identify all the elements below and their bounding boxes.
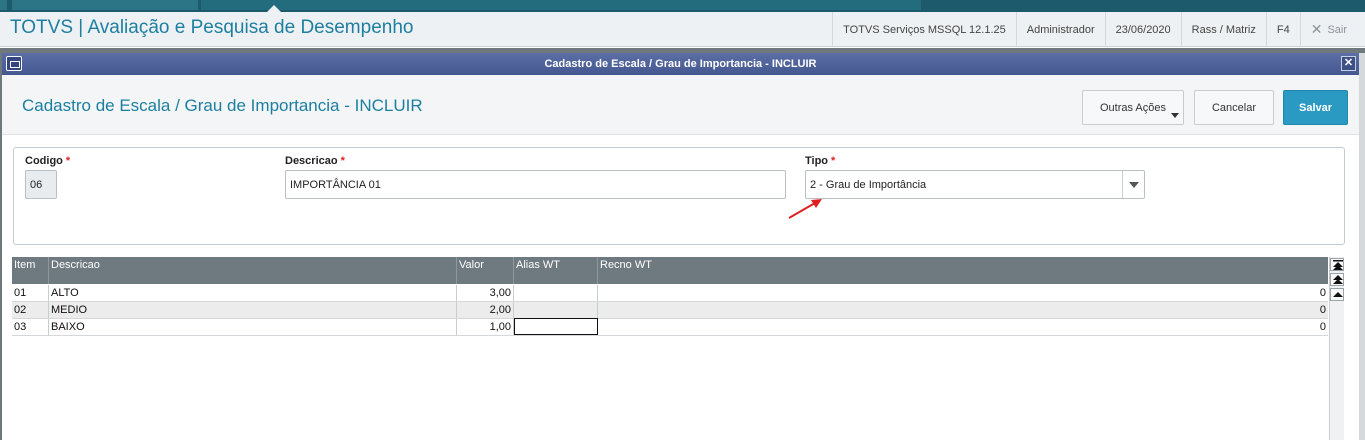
annotation-arrow-icon xyxy=(788,199,822,219)
tipo-label: Tipo * xyxy=(805,155,835,167)
header-info-bar: TOTVS Serviços MSSQL 12.1.25 Administrad… xyxy=(832,12,1357,47)
tipo-select[interactable]: 2 - Grau de Importância xyxy=(805,170,1145,199)
close-icon: ✕ xyxy=(1310,21,1323,37)
cell-alias-wt[interactable] xyxy=(514,285,598,301)
column-header-item[interactable]: Item xyxy=(12,257,49,284)
items-grid: Item Descricao Valor Alias WT Recno WT 0… xyxy=(12,257,1328,440)
dialog-close-button[interactable]: ✕ xyxy=(1341,56,1356,71)
descricao-field[interactable]: IMPORTÂNCIA 01 xyxy=(285,170,786,199)
scroll-page-up-button[interactable] xyxy=(1330,273,1344,286)
grid-header: Item Descricao Valor Alias WT Recno WT xyxy=(12,257,1328,284)
tipo-select-value: 2 - Grau de Importância xyxy=(810,178,927,191)
scroll-top-icon xyxy=(1333,260,1343,270)
scroll-first-button[interactable] xyxy=(1330,258,1344,271)
dialog-titlebar: Cadastro de Escala / Grau de Importancia… xyxy=(2,53,1359,75)
required-marker: * xyxy=(340,155,345,167)
required-marker: * xyxy=(831,155,836,167)
cell-descricao[interactable]: ALTO xyxy=(49,285,457,301)
exit-button[interactable]: ✕ Sair xyxy=(1299,12,1357,47)
column-header-descricao[interactable]: Descricao xyxy=(49,257,457,284)
cell-descricao[interactable]: MEDIO xyxy=(49,302,457,318)
column-header-recno-wt[interactable]: Recno WT xyxy=(598,257,1328,284)
cell-alias-wt[interactable] xyxy=(514,302,598,318)
save-button[interactable]: Salvar xyxy=(1283,90,1348,125)
active-tab-indicator xyxy=(267,5,281,12)
cell-alias-wt-focused[interactable] xyxy=(514,318,598,335)
codigo-field[interactable]: 06 xyxy=(25,170,57,199)
cell-recno-wt[interactable]: 0 xyxy=(598,285,1328,301)
table-row[interactable]: 02 MEDIO 2,00 0 xyxy=(12,302,1328,319)
shortcut-f4[interactable]: F4 xyxy=(1265,12,1300,47)
descricao-label: Descricao * xyxy=(285,155,345,167)
user-label[interactable]: Administrador xyxy=(1015,12,1105,47)
app-header: TOTVS | Avaliação e Pesquisa de Desempen… xyxy=(0,12,1365,47)
grid-scroll-panel xyxy=(1329,257,1344,440)
dialog-toolbar: Cadastro de Escala / Grau de Importancia… xyxy=(2,75,1359,135)
form-panel: Codigo * 06 Descricao * IMPORTÂNCIA 01 Tip… xyxy=(13,147,1345,245)
page-title: Cadastro de Escala / Grau de Importancia… xyxy=(22,96,423,115)
tipo-label-text: Tipo xyxy=(805,155,829,167)
chevron-up-icon xyxy=(1333,292,1343,297)
exit-label: Sair xyxy=(1327,23,1347,36)
double-chevron-up-icon xyxy=(1333,275,1343,284)
cancel-button[interactable]: Cancelar xyxy=(1194,90,1274,125)
column-header-valor[interactable]: Valor xyxy=(457,257,514,284)
table-row[interactable]: 03 BAIXO 1,00 0 xyxy=(12,318,1328,336)
scroll-up-button[interactable] xyxy=(1330,288,1344,301)
branch-label[interactable]: Rass / Matriz xyxy=(1180,12,1266,47)
column-header-alias-wt[interactable]: Alias WT xyxy=(514,257,598,284)
top-tab-segment xyxy=(12,0,198,10)
cell-item[interactable]: 03 xyxy=(12,319,49,335)
cell-valor[interactable]: 3,00 xyxy=(457,285,514,301)
top-strip xyxy=(0,0,1365,12)
codigo-label: Codigo * xyxy=(25,155,70,167)
dialog-window-title: Cadastro de Escala / Grau de Importancia… xyxy=(544,58,817,70)
other-actions-label: Outras Ações xyxy=(1099,101,1167,114)
cell-item[interactable]: 02 xyxy=(12,302,49,318)
top-tab-segment xyxy=(201,0,921,10)
top-tab-segment xyxy=(0,0,7,10)
descricao-label-text: Descricao xyxy=(285,155,338,167)
cell-descricao[interactable]: BAIXO xyxy=(49,319,457,335)
cell-recno-wt[interactable]: 0 xyxy=(598,319,1328,335)
other-actions-button[interactable]: Outras Ações xyxy=(1082,90,1184,125)
required-marker: * xyxy=(65,155,71,167)
chevron-down-icon xyxy=(1171,113,1179,118)
environment-label: TOTVS Serviços MSSQL 12.1.25 xyxy=(832,12,1016,47)
codigo-label-text: Codigo xyxy=(25,155,63,167)
app-title: TOTVS | Avaliação e Pesquisa de Desempen… xyxy=(10,17,414,38)
date-label[interactable]: 23/06/2020 xyxy=(1104,12,1181,47)
cell-recno-wt[interactable]: 0 xyxy=(598,302,1328,318)
chevron-down-icon[interactable] xyxy=(1122,171,1144,198)
cell-valor[interactable]: 1,00 xyxy=(457,319,514,335)
cell-valor[interactable]: 2,00 xyxy=(457,302,514,318)
table-row[interactable]: 01 ALTO 3,00 0 xyxy=(12,285,1328,302)
window-scrollbar[interactable] xyxy=(1359,53,1365,440)
app-window: { "app": { "title": "TOTVS | Avaliação e… xyxy=(0,0,1365,440)
cell-item[interactable]: 01 xyxy=(12,285,49,301)
